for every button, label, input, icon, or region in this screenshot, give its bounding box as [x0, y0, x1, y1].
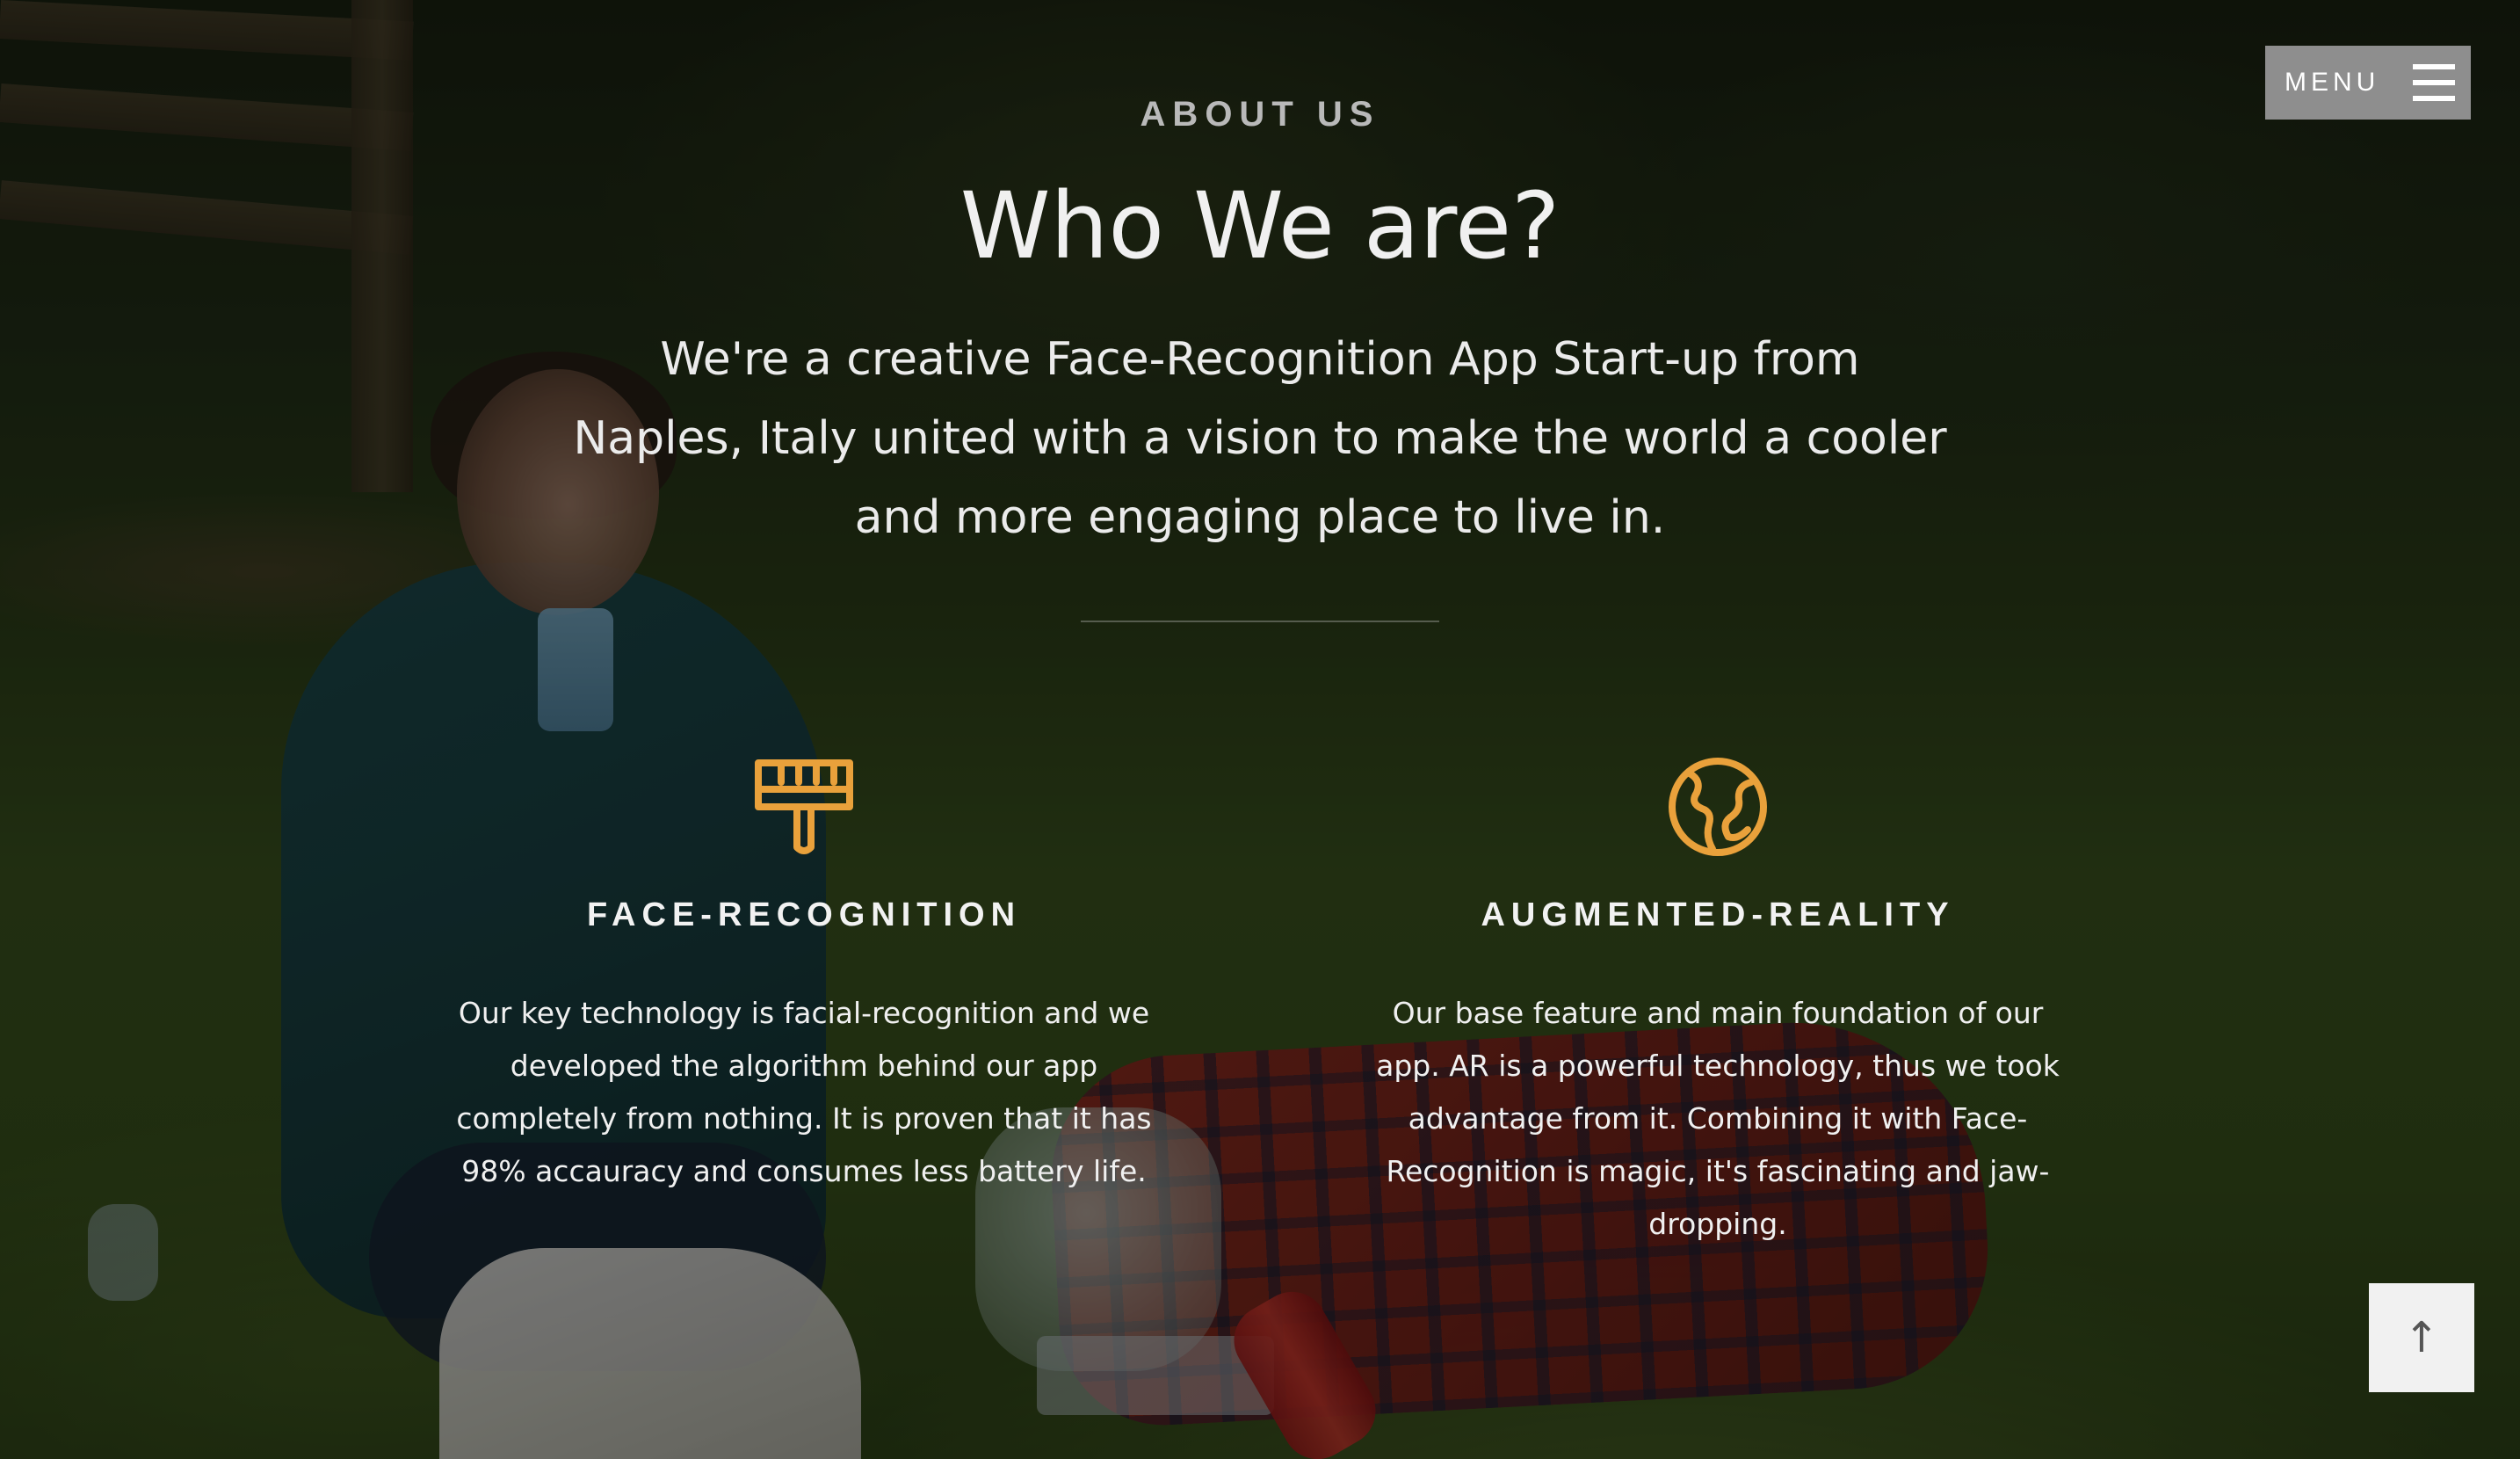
globe-icon [1669, 758, 1767, 856]
page-title: Who We are? [959, 172, 1561, 279]
scroll-to-top-button[interactable]: ↑ [2369, 1283, 2474, 1392]
menu-label: MENU [2285, 68, 2380, 97]
feature-text: Our base feature and main foundation of … [1376, 996, 2060, 1241]
feature-title: AUGMENTED-REALITY [1481, 896, 1955, 933]
feature-title: FACE-RECOGNITION [586, 896, 1022, 933]
section-divider [1081, 621, 1439, 622]
arrow-up-icon: ↑ [2403, 1313, 2440, 1362]
section-eyebrow: ABOUT US [1140, 95, 1380, 134]
intro-text: We're a creative Face-Recognition App St… [573, 333, 1947, 544]
feature-augmented-reality: AUGMENTED-REALITY Our base feature and m… [1349, 756, 2087, 1251]
feature-text: Our key technology is facial-recognition… [456, 996, 1152, 1188]
paintbrush-icon [755, 759, 853, 854]
feature-face-recognition: FACE-RECOGNITION Our key technology is f… [435, 756, 1173, 1198]
